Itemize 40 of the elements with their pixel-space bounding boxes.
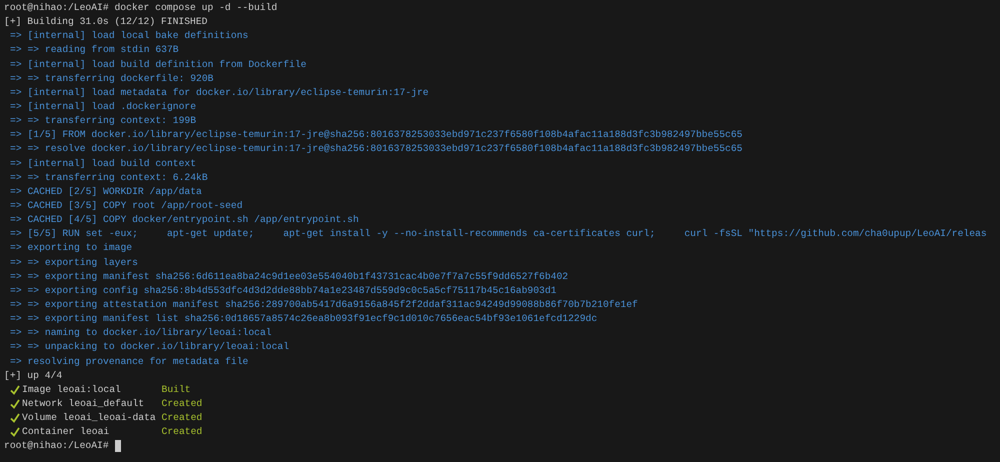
check-icon (10, 413, 20, 424)
build-step-line: => [internal] load local bake definitions (9, 29, 248, 44)
build-step-line: => [5/5] RUN set -eux; apt-get update; apt-get install -y --no-install-recommends ca-certificates curl; curl -fsSL "https://github.com/cha0upup/LeoAI/releas (9, 227, 987, 242)
build-step-line: => => resolve docker.io/library/eclipse-temurin:17-jre@sha256:8016378253033ebd971c237f6580f108b4afac11a188d3fc3b982497bbe55c65 (9, 142, 742, 156)
build-step-line: => => exporting layers (9, 256, 138, 270)
check-icon (10, 384, 20, 395)
check-icon (10, 427, 20, 438)
build-step-line: => [internal] load .dockerignore (9, 100, 196, 114)
output-line: [+] Building 31.0s (12/12) FINISHED (4, 15, 208, 30)
build-step-line: => [internal] load build definition from Dockerfile (9, 58, 306, 72)
status-label: Built (162, 382, 191, 397)
status-label: Created (162, 396, 202, 411)
build-step-line: => => transferring context: 6.24kB (9, 170, 208, 185)
build-step-line: => [internal] load build context (9, 156, 196, 171)
resource-name: Image leoai:local (22, 382, 122, 397)
build-step-line: => exporting to image (9, 241, 132, 256)
output-line: [+] up 4/4 (4, 368, 62, 383)
build-step-line: => => reading from stdin 637B (9, 43, 179, 58)
build-step-line: => => exporting manifest list sha256:0d18657a8574c26ea8b093f91ecf9c1d010c7656eac54bf93e1061efcd1229dc (9, 312, 598, 326)
build-step-line: => => transferring context: 199B (9, 114, 196, 128)
build-step-line: => => naming to docker.io/library/leoai:local (9, 326, 272, 340)
build-step-line: => => exporting config sha256:8b4d553dfc4d3d2dde88bb74a1e23487d559d9c0c5a5cf75117b45c16ab903d1 (9, 284, 556, 298)
resource-name: Container leoai (22, 425, 110, 440)
build-step-line: => => exporting attestation manifest sha256:289700ab5417d6a9156a845f2f2ddaf311ac94249d99088b86f70b7b210fe1ef (9, 298, 638, 312)
build-step-line: => resolving provenance for metadata file (9, 354, 248, 369)
build-step-line: => => transferring dockerfile: 920B (9, 72, 214, 86)
resource-name: Network leoai_default (22, 396, 146, 411)
build-step-line: => [1/5] FROM docker.io/library/eclipse-temurin:17-jre@sha256:8016378253033ebd971c237f6580f108b4afac11a188d3fc3b982497bbe55c65 (9, 128, 742, 142)
build-step-line: => CACHED [3/5] COPY root /app/root-seed (9, 198, 243, 213)
check-icon (10, 399, 20, 409)
prompt-line: root@nihao:/LeoAI# (4, 439, 109, 454)
status-label: Created (162, 411, 202, 426)
build-step-line: => => unpacking to docker.io/library/leoai:local (9, 340, 290, 354)
build-step-line: => CACHED [4/5] COPY docker/entrypoint.sh /app/entrypoint.sh (9, 213, 359, 228)
resource-name: Volume leoai_leoai-data (22, 411, 157, 426)
build-step-line: => CACHED [2/5] WORKDIR /app/data (9, 184, 202, 199)
status-label: Created (162, 425, 202, 440)
build-step-line: => => exporting manifest sha256:6d611ea8ba24c9d1ee03e554040b1f43731cac4b0e7f7a7c55f9dd6527f6b402 (9, 270, 568, 284)
build-step-line: => [internal] load metadata for docker.io/library/eclipse-temurin:17-jre (9, 86, 429, 100)
prompt-line: root@nihao:/LeoAI# docker compose up -d --build (4, 1, 278, 15)
